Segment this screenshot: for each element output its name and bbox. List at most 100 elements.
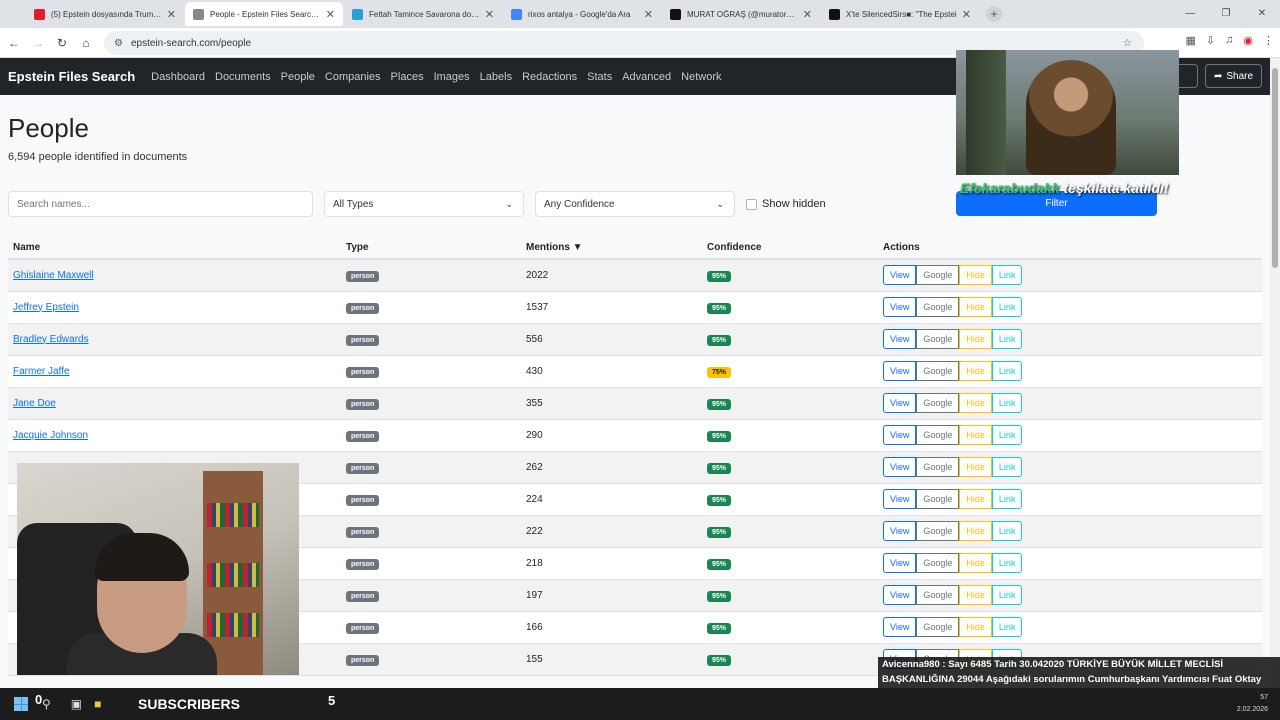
hide-button[interactable]: Hide xyxy=(959,617,992,637)
person-name-link[interactable]: Bradley Edwards xyxy=(13,334,89,345)
nav-link[interactable]: Companies xyxy=(325,71,381,83)
view-button[interactable]: View xyxy=(883,425,917,445)
link-button[interactable]: Link xyxy=(991,457,1023,477)
browser-tab[interactable]: rixos antalya - Google'da Ara ✕ xyxy=(503,2,661,26)
close-window-icon[interactable]: ✕ xyxy=(1244,0,1280,28)
tab-close-icon[interactable]: ✕ xyxy=(326,8,335,21)
google-button[interactable]: Google xyxy=(916,265,960,286)
tab-close-icon[interactable]: ✕ xyxy=(167,8,176,21)
restore-icon[interactable]: ❐ xyxy=(1208,0,1244,28)
person-name-link[interactable]: Ghislaine Maxwell xyxy=(13,270,94,281)
reload-icon[interactable]: ↻ xyxy=(50,36,74,50)
link-button[interactable]: Link xyxy=(991,425,1023,445)
nav-link[interactable]: Stats xyxy=(587,71,612,83)
link-button[interactable]: Link xyxy=(991,617,1023,637)
tab-close-icon[interactable]: ✕ xyxy=(485,8,494,21)
hide-button[interactable]: Hide xyxy=(959,585,992,605)
back-icon[interactable]: ← xyxy=(2,36,26,50)
google-button[interactable]: Google xyxy=(916,553,960,573)
link-button[interactable]: Link xyxy=(991,329,1023,349)
extensions-icon[interactable]: ▦ xyxy=(1186,34,1196,47)
home-icon[interactable]: ⌂ xyxy=(74,36,98,50)
hide-button[interactable]: Hide xyxy=(959,361,992,381)
google-button[interactable]: Google xyxy=(916,361,960,381)
link-button[interactable]: Link xyxy=(991,393,1023,413)
hide-button[interactable]: Hide xyxy=(959,457,992,477)
hide-button[interactable]: Hide xyxy=(959,553,992,573)
google-button[interactable]: Google xyxy=(916,489,960,509)
nav-link[interactable]: Advanced xyxy=(622,71,671,83)
page-scrollbar[interactable] xyxy=(1270,58,1280,720)
link-button[interactable]: Link xyxy=(991,489,1023,509)
bookmark-star-icon[interactable]: ☆ xyxy=(1123,38,1132,49)
forward-icon[interactable]: → xyxy=(26,36,50,50)
nav-link[interactable]: Documents xyxy=(215,71,271,83)
browser-tab[interactable]: MURAT OĞRAŞ (@muratoras) / ✕ xyxy=(662,2,820,26)
browser-tab[interactable]: Fettah Tamince Savarona dosya ✕ xyxy=(344,2,502,26)
media-icon[interactable]: ♫ xyxy=(1225,34,1233,47)
person-name-link[interactable]: Jeffrey Epstein xyxy=(13,302,79,313)
view-button[interactable]: View xyxy=(883,265,917,286)
search-icon[interactable]: ⚲ xyxy=(42,697,51,711)
person-name-link[interactable]: Jane Doe xyxy=(13,398,56,409)
show-hidden-checkbox[interactable] xyxy=(746,199,757,210)
view-button[interactable]: View xyxy=(883,553,917,573)
type-select[interactable]: All Types ⌄ xyxy=(324,191,524,217)
hide-button[interactable]: Hide xyxy=(959,265,992,286)
hide-button[interactable]: Hide xyxy=(959,425,992,445)
tab-close-icon[interactable]: ✕ xyxy=(962,8,971,21)
google-button[interactable]: Google xyxy=(916,393,960,413)
view-button[interactable]: View xyxy=(883,297,917,317)
header-type[interactable]: Type xyxy=(341,236,521,260)
person-name-link[interactable]: Jacquie Johnson xyxy=(13,430,88,441)
hide-button[interactable]: Hide xyxy=(959,489,992,509)
google-button[interactable]: Google xyxy=(916,329,960,349)
folder-icon[interactable]: ■ xyxy=(94,697,101,711)
google-button[interactable]: Google xyxy=(916,617,960,637)
hide-button[interactable]: Hide xyxy=(959,329,992,349)
link-button[interactable]: Link xyxy=(991,361,1023,381)
view-button[interactable]: View xyxy=(883,457,917,477)
person-name-link[interactable]: Farmer Jaffe xyxy=(13,366,70,377)
view-button[interactable]: View xyxy=(883,393,917,413)
tab-close-icon[interactable]: ✕ xyxy=(644,8,653,21)
link-button[interactable]: Link xyxy=(991,265,1023,286)
view-button[interactable]: View xyxy=(883,329,917,349)
confidence-select[interactable]: Any Confidence ⌄ xyxy=(535,191,735,217)
minimize-icon[interactable]: — xyxy=(1172,0,1208,28)
link-button[interactable]: Link xyxy=(991,585,1023,605)
view-button[interactable]: View xyxy=(883,617,917,637)
header-name[interactable]: Name xyxy=(8,236,341,260)
google-button[interactable]: Google xyxy=(916,521,960,541)
header-mentions[interactable]: Mentions ▼ xyxy=(521,236,702,260)
google-button[interactable]: Google xyxy=(916,457,960,477)
hide-button[interactable]: Hide xyxy=(959,393,992,413)
nav-link[interactable]: Images xyxy=(434,71,470,83)
browser-tab[interactable]: X'te SilencedSirs■: "The Epstei ✕ xyxy=(821,2,979,26)
link-button[interactable]: Link xyxy=(991,553,1023,573)
link-button[interactable]: Link xyxy=(991,297,1023,317)
profile-icon[interactable]: ◉ xyxy=(1243,34,1253,47)
view-button[interactable]: View xyxy=(883,521,917,541)
nav-link[interactable]: Places xyxy=(391,71,424,83)
hide-button[interactable]: Hide xyxy=(959,521,992,541)
windows-start-icon[interactable] xyxy=(14,697,28,711)
nav-link[interactable]: Redactions xyxy=(522,71,577,83)
nav-link[interactable]: People xyxy=(281,71,315,83)
browser-tab[interactable]: People - Epstein Files Search En ✕ xyxy=(185,2,343,26)
nav-link[interactable]: Labels xyxy=(480,71,512,83)
google-button[interactable]: Google xyxy=(916,425,960,445)
menu-dots-icon[interactable]: ⋮ xyxy=(1263,34,1274,47)
hide-button[interactable]: Hide xyxy=(959,297,992,317)
nav-link[interactable]: Dashboard xyxy=(151,71,205,83)
new-tab-icon[interactable]: + xyxy=(986,6,1002,22)
google-button[interactable]: Google xyxy=(916,297,960,317)
view-button[interactable]: View xyxy=(883,489,917,509)
task-view-icon[interactable]: ▣ xyxy=(71,697,82,711)
view-button[interactable]: View xyxy=(883,361,917,381)
share-button[interactable]: ➦ Share xyxy=(1205,64,1263,88)
site-info-icon[interactable]: ⚙ xyxy=(114,38,123,49)
tab-close-icon[interactable]: ✕ xyxy=(803,8,812,21)
scrollbar-thumb[interactable] xyxy=(1272,68,1278,268)
header-confidence[interactable]: Confidence xyxy=(702,236,878,260)
